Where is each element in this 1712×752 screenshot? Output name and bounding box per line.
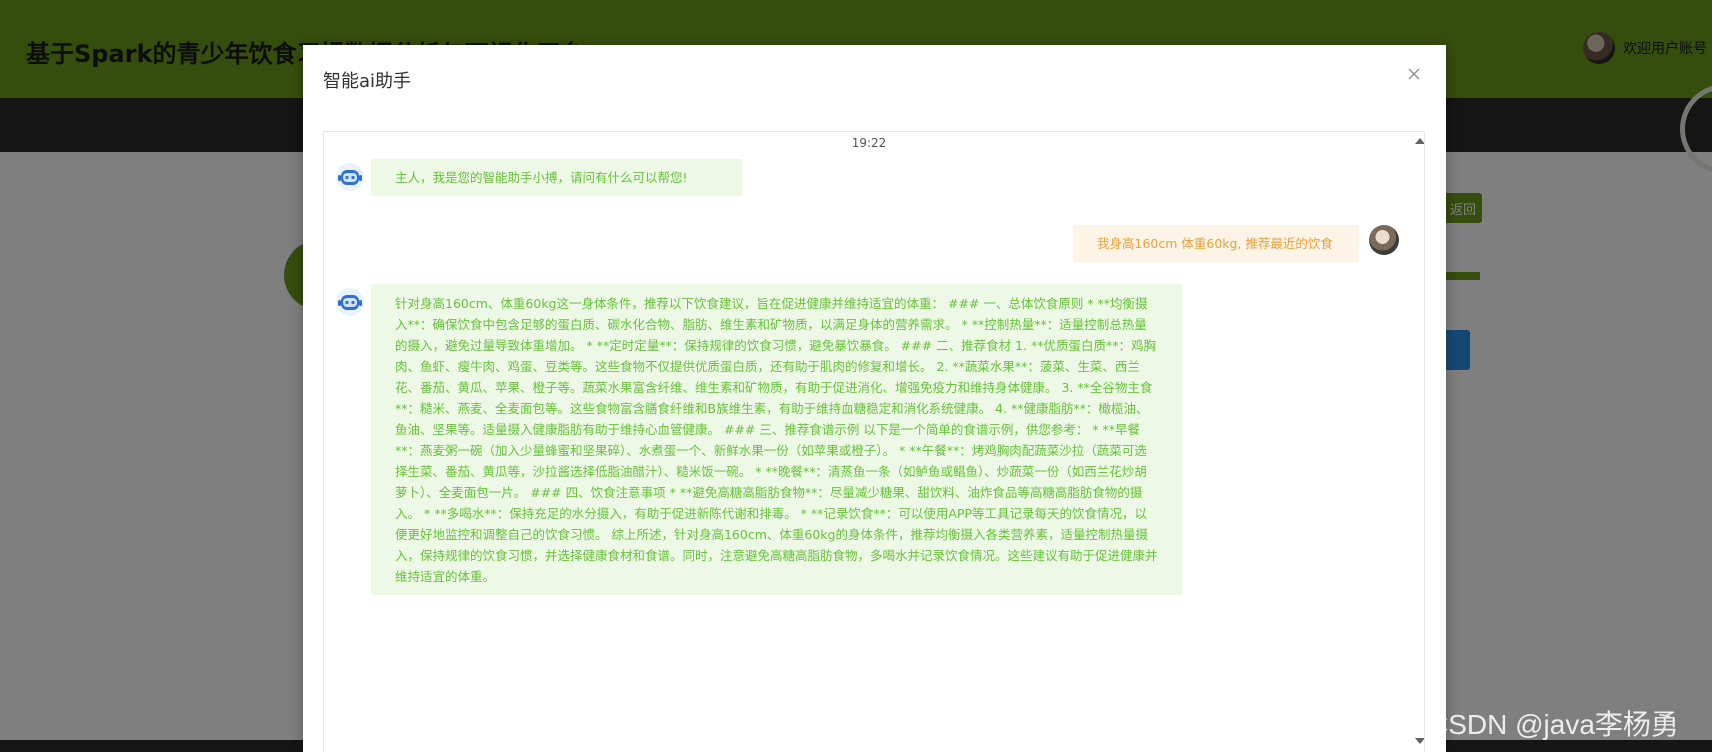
- avatar: [1369, 225, 1399, 255]
- chat-scrollbar[interactable]: [1412, 132, 1424, 752]
- robot-icon: [336, 163, 364, 191]
- watermark: CSDN @java李杨勇: [1428, 709, 1679, 740]
- chat-timestamp: 19:22: [851, 136, 887, 150]
- scroll-up-icon[interactable]: [1415, 138, 1424, 144]
- user-message: 我身高160cm 体重60kg, 推荐最近的饮食: [1073, 225, 1359, 262]
- close-icon[interactable]: [1403, 63, 1425, 85]
- robot-icon: [336, 288, 364, 316]
- scroll-down-icon[interactable]: [1415, 738, 1424, 744]
- chat-window[interactable]: 19:22 主人，我是您的智能助手小搏，请问有什么可以帮您! 我身高160cm …: [323, 131, 1425, 752]
- bot-message: 针对身高160cm、体重60kg这一身体条件，推荐以下饮食建议，旨在促进健康并维…: [371, 284, 1182, 595]
- ai-assistant-dialog: 智能ai助手 19:22 主人，我是您的智能助手小搏，请问有什么可以帮您! 我身…: [303, 45, 1446, 752]
- dialog-title: 智能ai助手: [323, 71, 412, 92]
- bot-message: 主人，我是您的智能助手小搏，请问有什么可以帮您!: [371, 159, 742, 196]
